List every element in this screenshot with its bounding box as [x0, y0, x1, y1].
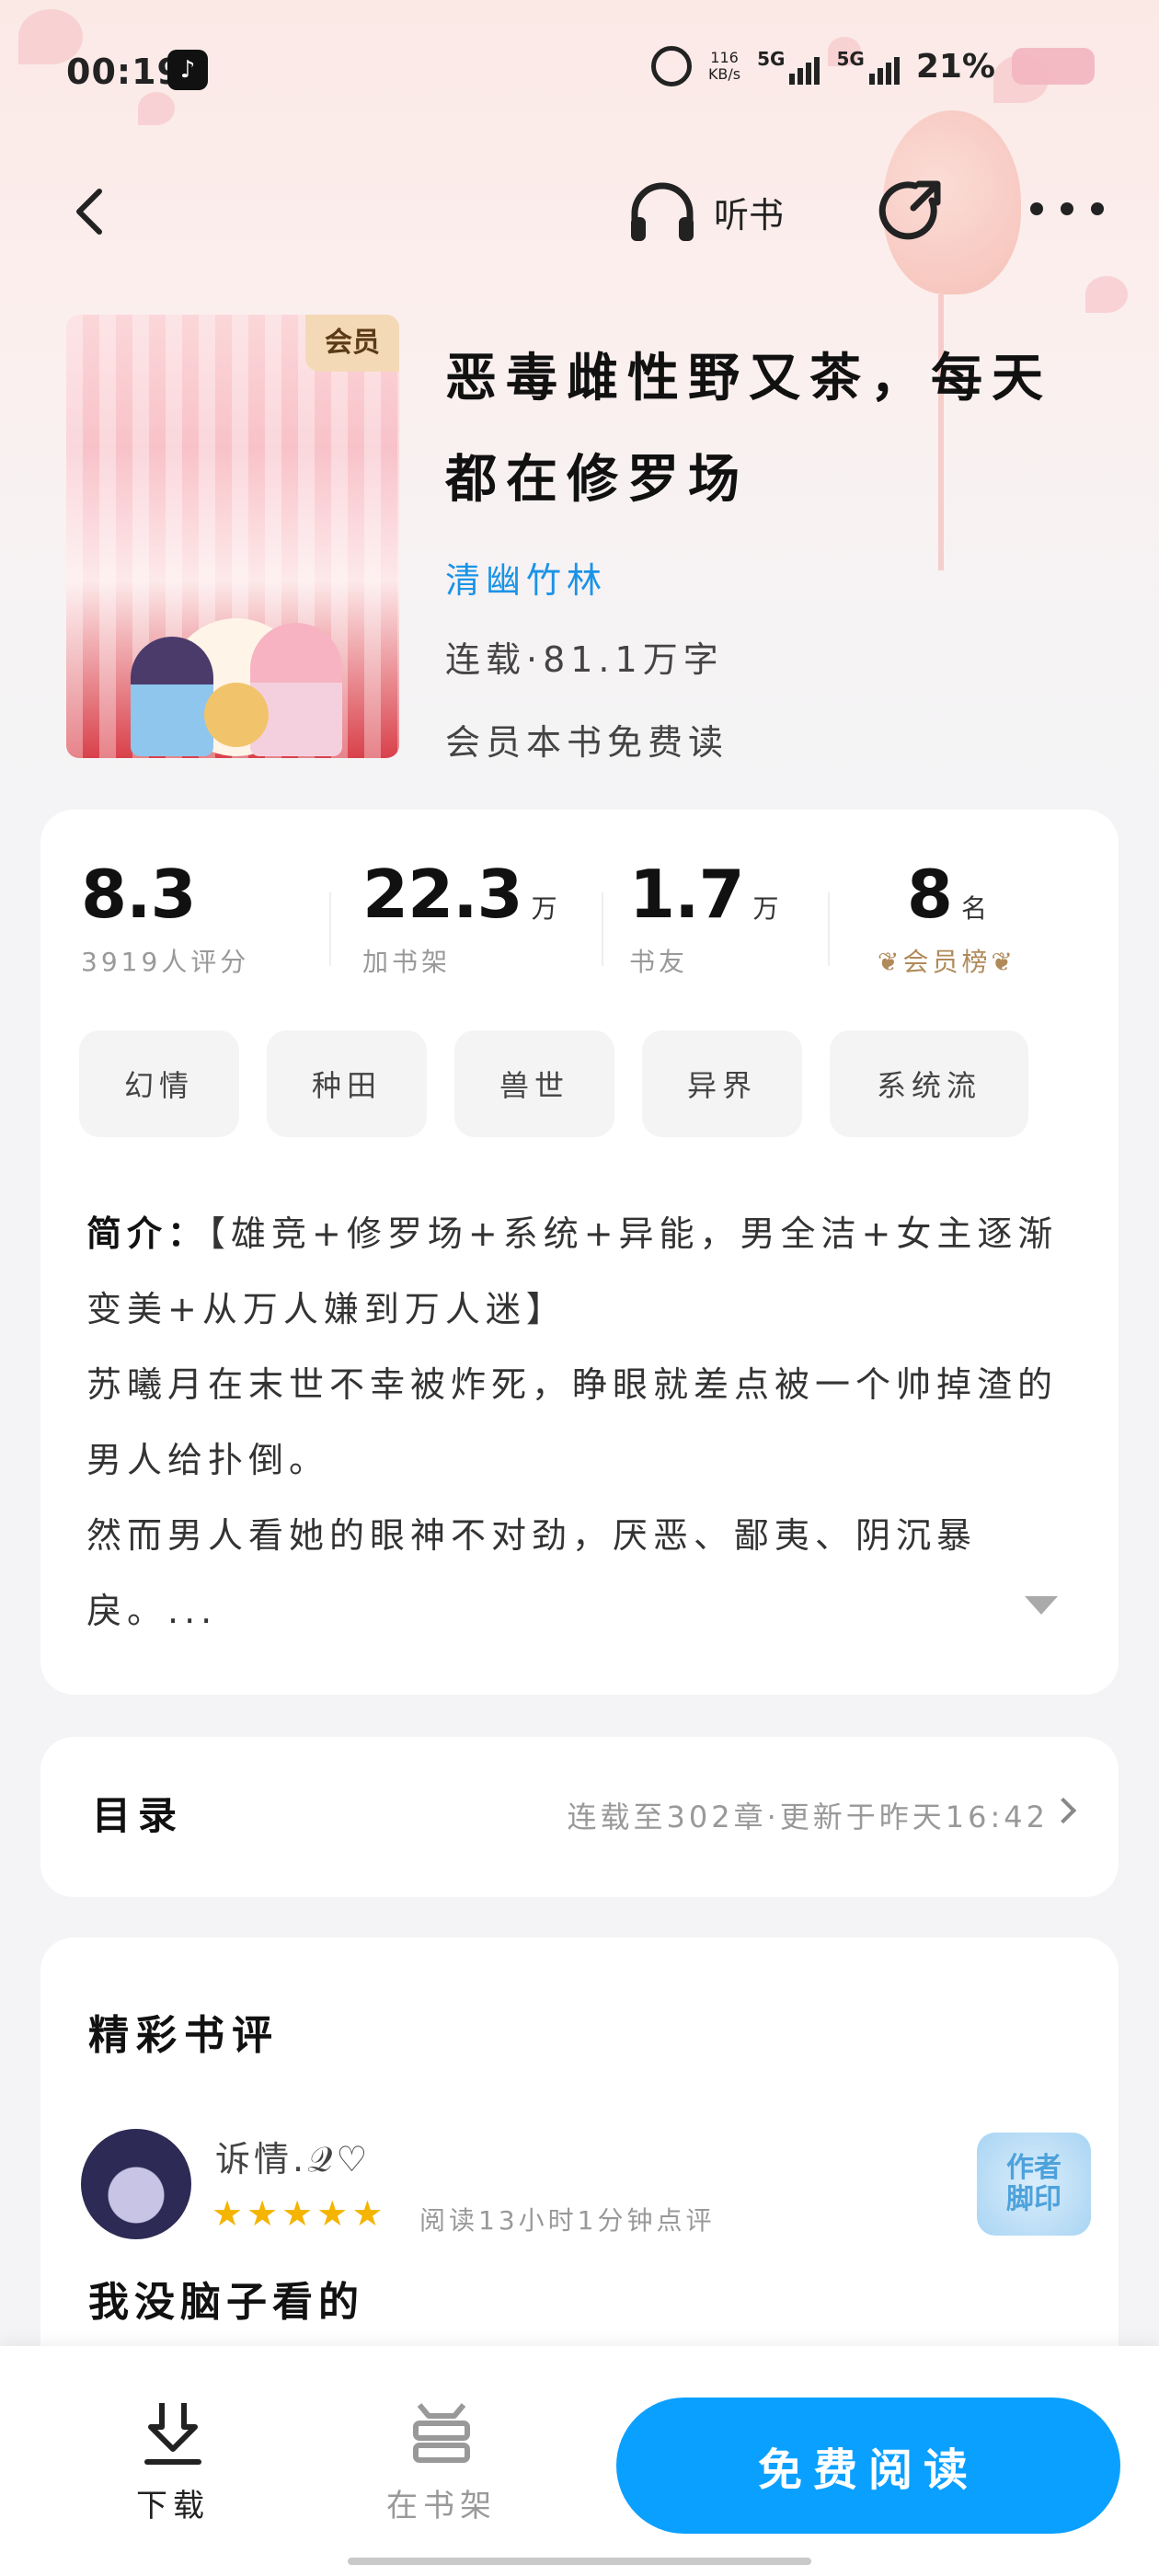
alarm-icon [650, 46, 692, 86]
tag-chip[interactable]: 幻情 [79, 1030, 239, 1137]
signal-icon-2: 5G [836, 48, 900, 85]
share-icon [878, 180, 941, 240]
stat-shelf-adds[interactable]: 22.3 万 加书架 [362, 856, 557, 977]
battery-icon [1012, 48, 1095, 85]
laurel-right-icon: ❦ [991, 947, 1016, 977]
top-nav: 听书 [0, 166, 1159, 258]
synopsis-line-1: 【雄竞+修罗场+系统+异能，男全洁+女主逐渐变美+从万人嫌到万人迷】 [86, 1213, 1059, 1329]
headphones-icon [631, 182, 694, 241]
home-indicator[interactable] [348, 2558, 811, 2565]
stats-row: 8.3 3919人评分 22.3 万 加书架 1.7 万 书友 8名 ❦会员榜❦ [40, 856, 1119, 977]
rating-stars: ★ ★ ★ ★ ★ [212, 2195, 383, 2232]
reviews-title: 精彩书评 [88, 2012, 280, 2059]
vip-badge: 会员 [305, 315, 399, 372]
status-bar: 00:19 ♪ 116 KB/s 5G 5G 21% [0, 37, 1159, 101]
genre-tags: 幻情 种田 兽世 异界 系统流 [79, 1030, 1028, 1137]
free-read-button[interactable]: 免费阅读 [616, 2398, 1120, 2534]
synopsis-label: 简介： [86, 1213, 209, 1254]
listen-label: 听书 [714, 194, 785, 236]
book-cover[interactable]: 会员 [66, 315, 399, 758]
listen-button[interactable]: 听书 [625, 177, 784, 247]
book-title: 恶毒雌性野又茶，每天都在修罗场 [445, 348, 1052, 510]
on-shelf-button[interactable]: 在书架 [386, 2396, 497, 2525]
synopsis-line-2: 苏曦月在末世不幸被炸死，睁眼就差点被一个帅掉渣的男人给扑倒。 [86, 1364, 1059, 1480]
reviewer-name[interactable]: 诉情.𝒬♡ [215, 2131, 371, 2181]
author-footprint-badge: 作者 脚印 [977, 2133, 1091, 2236]
review-text[interactable]: 我没脑子看的 [88, 2269, 364, 2328]
tiktok-notification-icon: ♪ [167, 50, 208, 90]
status-time: 00:19 [66, 52, 182, 92]
tag-chip[interactable]: 兽世 [454, 1030, 614, 1137]
battery-level: 21% [915, 47, 995, 86]
stat-vip-rank[interactable]: 8名 ❦会员榜❦ [878, 856, 1016, 977]
star-icon: ★ [281, 2193, 314, 2234]
more-dots-icon [1030, 202, 1104, 215]
bookshelf-icon [413, 2403, 470, 2463]
network-speed: 116 KB/s [707, 49, 741, 83]
tag-chip[interactable]: 异界 [642, 1030, 802, 1137]
avatar[interactable] [81, 2129, 191, 2239]
share-button[interactable] [878, 175, 952, 248]
back-button[interactable] [64, 184, 120, 239]
tag-chip[interactable]: 种田 [267, 1030, 427, 1137]
chevron-left-icon [76, 189, 102, 235]
book-status-wordcount: 连载·81.1万字 [445, 639, 724, 680]
table-of-contents-row[interactable]: 目录 连载至302章·更新于昨天16:42 [40, 1737, 1119, 1897]
book-synopsis[interactable]: 简介：【雄竞+修罗场+系统+异能，男全洁+女主逐渐变美+从万人嫌到万人迷】 苏曦… [86, 1196, 1080, 1649]
stat-rating[interactable]: 8.3 3919人评分 [81, 856, 249, 977]
star-icon: ★ [212, 2193, 244, 2234]
review-meta: 阅读13小时1分钟点评 [419, 2205, 716, 2236]
download-label: 下载 [136, 2488, 210, 2524]
expand-synopsis-icon[interactable] [1025, 1596, 1058, 1615]
download-icon [144, 2403, 201, 2465]
chevron-right-icon [1050, 1797, 1077, 1824]
laurel-left-icon: ❦ [878, 947, 903, 977]
download-button[interactable]: 下载 [136, 2396, 210, 2525]
author-link[interactable]: 清幽竹林 [445, 552, 607, 603]
toc-update-status: 连载至302章·更新于昨天16:42 [567, 1800, 1049, 1834]
stat-book-friends[interactable]: 1.7 万 书友 [629, 856, 779, 977]
signal-icon-1: 5G [757, 48, 820, 85]
star-icon: ★ [351, 2193, 384, 2234]
on-shelf-label: 在书架 [386, 2488, 497, 2524]
star-icon: ★ [247, 2193, 279, 2234]
tag-chip[interactable]: 系统流 [830, 1030, 1028, 1137]
toc-title: 目录 [92, 1793, 185, 1838]
more-button[interactable] [1026, 186, 1108, 232]
bottom-action-bar: 下载 在书架 免费阅读 [0, 2346, 1159, 2576]
vip-free-note: 会员本书免费读 [445, 722, 729, 763]
star-icon: ★ [316, 2193, 349, 2234]
book-info-card: 8.3 3919人评分 22.3 万 加书架 1.7 万 书友 8名 ❦会员榜❦ 幻… [40, 810, 1119, 1695]
synopsis-line-3: 然而男人看她的眼神不对劲，厌恶、鄙夷、阴沉暴戾。... [86, 1515, 978, 1631]
